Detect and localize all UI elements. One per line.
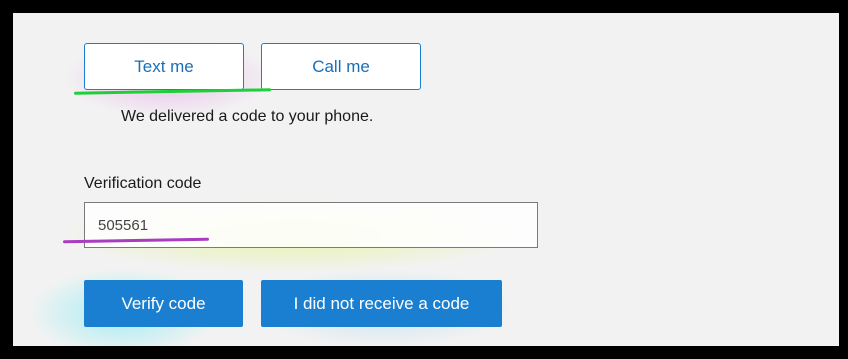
- text-me-button[interactable]: Text me: [84, 43, 244, 90]
- verification-code-label: Verification code: [84, 175, 202, 192]
- status-message: We delivered a code to your phone.: [121, 108, 374, 125]
- did-not-receive-code-button[interactable]: I did not receive a code: [261, 280, 502, 327]
- text-me-label: Text me: [134, 56, 194, 76]
- verification-code-value: 505561: [98, 216, 149, 234]
- call-me-button[interactable]: Call me: [261, 43, 421, 90]
- verify-code-label: Verify code: [121, 293, 206, 313]
- call-me-label: Call me: [312, 56, 370, 76]
- verify-code-button[interactable]: Verify code: [84, 280, 243, 327]
- did-not-receive-code-label: I did not receive a code: [293, 293, 470, 313]
- verification-panel: Text me Call me We delivered a code to y…: [10, 10, 842, 349]
